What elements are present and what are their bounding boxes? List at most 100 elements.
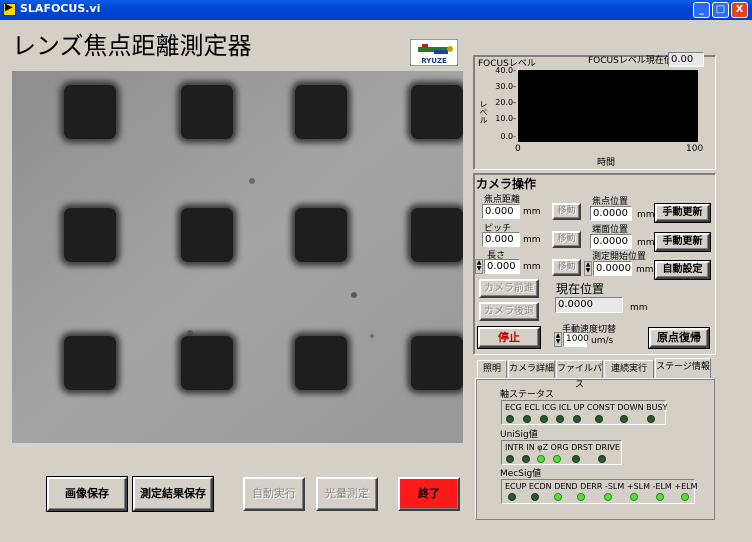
camera-back-button[interactable]: カメラ後退 (479, 302, 539, 321)
unit-label: mm (523, 207, 541, 217)
status-led (553, 455, 561, 463)
axis-status-label: 軸ステータス (500, 390, 555, 400)
grid-square (64, 336, 116, 390)
status-led (577, 493, 585, 501)
status-led (523, 415, 531, 423)
start-position-stepper[interactable]: ▲ ▼ (584, 261, 592, 276)
status-led (531, 493, 539, 501)
x-tick: 100 (686, 144, 704, 154)
current-position-value: 0.0000 (555, 297, 623, 313)
grid-square (64, 85, 116, 139)
status-led (506, 455, 514, 463)
current-position-label: 現在位置 (556, 282, 605, 296)
save-image-button[interactable]: 画像保存 (46, 476, 128, 512)
unisig-label: UniSig値 (500, 430, 538, 440)
grid-square (181, 85, 233, 139)
home-return-button[interactable]: 原点復帰 (648, 327, 710, 349)
status-led (573, 415, 581, 423)
light-measure-button[interactable]: 光量測定 (316, 477, 378, 511)
focus-position-value: 0.0000 (590, 206, 632, 221)
speed-input[interactable]: 1000 (563, 332, 589, 347)
y-tick: 20.0- (495, 98, 516, 107)
status-led (681, 493, 689, 501)
close-button[interactable]: X (731, 2, 748, 18)
labview-app-icon[interactable] (3, 2, 16, 16)
tab-stage-info[interactable]: ステージ情報 (655, 358, 711, 379)
mecsig-label: MecSig値 (500, 469, 542, 479)
unit-label: mm (637, 238, 655, 248)
status-led (537, 455, 545, 463)
y-tick: 10.0- (495, 114, 516, 123)
tab-continuous-run[interactable]: 連続実行 (604, 360, 654, 378)
move-button[interactable]: 移動 (552, 259, 581, 276)
status-led (630, 493, 638, 501)
grid-square (181, 336, 233, 390)
status-led (572, 455, 580, 463)
mecsig-box: ECUP ECDN DEND DERR -SLM +SLM -ELM +ELM (501, 479, 698, 504)
tab-file-path[interactable]: ファイルパス (556, 360, 603, 390)
manual-update-button[interactable]: 手動更新 (654, 203, 711, 223)
status-led (554, 493, 562, 501)
unisig-text: INTR IN φZ ORG DRST DRIVE (505, 443, 620, 452)
unit-label: mm (523, 235, 541, 245)
window-title: SLAFOCUS.vi (20, 2, 101, 15)
pitch-input[interactable]: 0.000 (482, 232, 520, 247)
camera-ops-title: カメラ操作 (476, 177, 537, 191)
axis-status-text: ECG ECL ICG ICL UP CONST DOWN BUSY (505, 403, 668, 412)
unit-label: mm (637, 210, 655, 220)
grid-square (64, 208, 116, 262)
unit-label: mm (636, 265, 654, 275)
exit-button[interactable]: 終了 (398, 477, 460, 511)
status-led (522, 455, 530, 463)
move-button[interactable]: 移動 (552, 203, 581, 220)
grid-square (411, 208, 463, 262)
minimize-button[interactable]: _ (693, 2, 710, 18)
length-input[interactable]: 0.000 (484, 259, 520, 274)
start-position-input[interactable]: 0.0000 (593, 261, 632, 276)
logo-text: RYUZE (421, 57, 447, 65)
manual-update-button[interactable]: 手動更新 (654, 232, 711, 252)
save-results-button[interactable]: 測定結果保存 (132, 476, 214, 512)
status-led (595, 415, 603, 423)
focal-distance-input[interactable]: 0.000 (482, 204, 520, 219)
stop-button[interactable]: 停止 (477, 326, 541, 349)
y-tick: 0.0- (500, 132, 516, 141)
company-logo: RYUZE (410, 39, 458, 66)
title-bar: SLAFOCUS.vi _ □ X (0, 0, 752, 20)
face-position-value: 0.0000 (590, 234, 632, 249)
camera-forward-button[interactable]: カメラ前進 (479, 279, 539, 298)
status-led (508, 493, 516, 501)
grid-square (181, 208, 233, 262)
y-tick: 40.0- (495, 66, 516, 75)
status-led (598, 455, 606, 463)
grid-square (411, 336, 463, 390)
auto-set-button[interactable]: 自動設定 (654, 260, 711, 280)
grid-square (295, 208, 347, 262)
grid-square (295, 85, 347, 139)
focus-level-current-value: 0.00 (668, 52, 704, 67)
speed-stepper[interactable]: ▲ ▼ (554, 332, 562, 347)
status-led (604, 493, 612, 501)
move-button[interactable]: 移動 (552, 231, 581, 248)
auto-run-button[interactable]: 自動実行 (243, 477, 305, 511)
grid-square (295, 336, 347, 390)
grid-square (411, 85, 463, 139)
chart-x-label: 時間 (597, 158, 616, 168)
speed-unit: um/s (591, 336, 614, 346)
focus-level-current-label: FOCUSレベル現在値 (588, 56, 673, 66)
maximize-button[interactable]: □ (712, 2, 729, 18)
status-led (506, 415, 514, 423)
unit-label: mm (630, 303, 648, 313)
focus-level-chart (518, 70, 698, 142)
camera-view (12, 71, 463, 443)
status-led (647, 415, 655, 423)
tab-lighting[interactable]: 照明 (477, 360, 507, 378)
page-title: レンズ焦点距離測定器 (12, 32, 252, 60)
length-stepper[interactable]: ▲ ▼ (475, 259, 483, 274)
tab-camera-details[interactable]: カメラ詳細 (508, 360, 555, 378)
x-tick: 0 (515, 144, 521, 154)
unit-label: mm (523, 262, 541, 272)
status-led (620, 415, 628, 423)
mecsig-text: ECUP ECDN DEND DERR -SLM +SLM -ELM +ELM (505, 482, 698, 491)
status-led (556, 415, 564, 423)
